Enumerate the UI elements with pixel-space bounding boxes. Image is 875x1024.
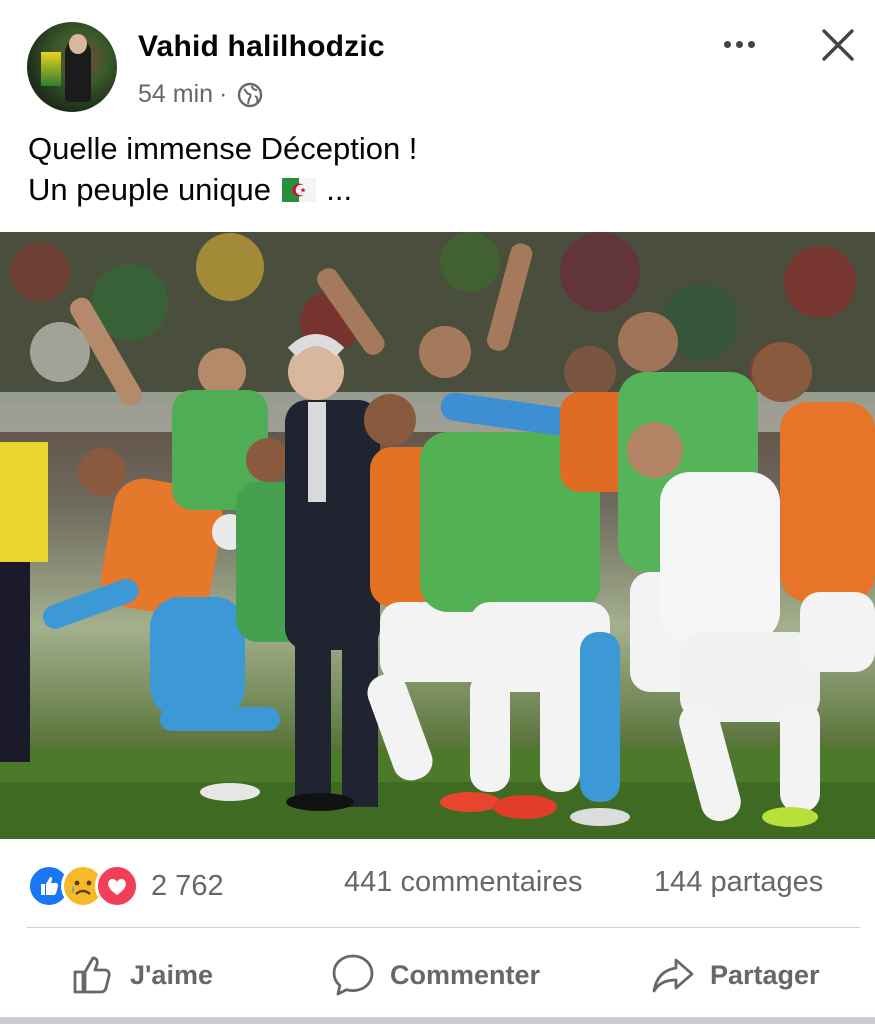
post-text-line2: Un peuple unique ...: [28, 169, 417, 210]
post-separator-bar: [0, 1017, 875, 1024]
post-text-line2-prefix: Un peuple unique: [28, 172, 280, 207]
algeria-flag-icon: [281, 178, 316, 202]
shares-count[interactable]: 144 partages: [654, 866, 823, 899]
comment-icon: [332, 954, 374, 996]
more-dot: [747, 40, 755, 48]
more-dot: [735, 40, 743, 48]
share-button[interactable]: Partager: [650, 946, 820, 1004]
author-name[interactable]: Vahid halilhodzic: [138, 30, 385, 64]
comment-button[interactable]: Commenter: [330, 946, 540, 1004]
author-avatar[interactable]: [27, 22, 117, 112]
post-meta: 54 min ·: [138, 80, 263, 109]
post-text-line1: Quelle immense Déception !: [28, 131, 418, 166]
comments-count[interactable]: 441 commentaires: [344, 866, 583, 899]
actions-divider: [27, 927, 860, 928]
reaction-count: 2 762: [151, 869, 224, 902]
like-button[interactable]: J'aime: [70, 946, 213, 1004]
avatar-flag: [41, 52, 61, 86]
reactions-summary[interactable]: 2 762: [27, 864, 224, 908]
more-dot: [723, 40, 731, 48]
love-reaction-icon: [95, 864, 139, 908]
meta-separator: ·: [219, 80, 228, 108]
more-icon[interactable]: [717, 26, 761, 62]
avatar-head: [69, 34, 87, 54]
like-label: J'aime: [130, 959, 213, 990]
post-text-line2-suffix: ...: [317, 172, 353, 207]
comment-label: Commenter: [390, 959, 541, 990]
thumbs-up-icon: [73, 956, 111, 994]
share-label: Partager: [710, 959, 820, 990]
share-icon: [652, 958, 694, 993]
post-time[interactable]: 54 min: [138, 80, 213, 109]
post-photo[interactable]: [0, 232, 875, 839]
close-icon[interactable]: [818, 25, 858, 65]
post-text: Quelle immense Déception ! Un peuple uni…: [28, 128, 417, 210]
celebration-photo-illustration: [0, 232, 875, 839]
globe-icon: [238, 82, 263, 107]
